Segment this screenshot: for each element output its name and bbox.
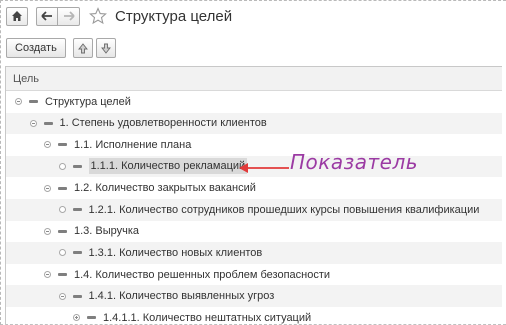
navigation-group <box>36 6 80 26</box>
forward-button[interactable] <box>58 6 80 26</box>
tree-row[interactable]: 1. Степень удовлетворенности клиентов <box>6 112 502 135</box>
move-down-button[interactable] <box>95 38 116 58</box>
tree-row[interactable]: 1.3. Выручка <box>6 221 502 243</box>
leaf-node-icon <box>58 206 66 214</box>
goal-node-icon <box>87 316 96 320</box>
move-up-icon <box>77 42 88 53</box>
goals-tree-table[interactable]: Цель Структура целей 1. Степень удовлетво… <box>5 66 502 325</box>
tree-row[interactable]: 1.2.1. Количество сотрудников прошедших … <box>6 198 502 221</box>
tree-row[interactable]: 1.4.1. Количество выявленных угроз <box>6 285 502 307</box>
title-bar: Структура целей <box>6 6 232 26</box>
tree-row-label: 1.3. Выручка <box>74 225 140 238</box>
favorite-star-icon <box>89 7 107 25</box>
expand-collapse-icon[interactable] <box>44 227 51 235</box>
tree-row-label: 1.4.1.1. Количество нештатных ситуаций <box>103 311 312 324</box>
tree-row-label: 1.4. Количество решенных проблем безопас… <box>74 268 331 281</box>
goal-node-icon <box>43 121 53 125</box>
goal-node-icon <box>29 100 38 104</box>
expand-collapse-icon[interactable] <box>58 292 66 300</box>
goal-node-icon <box>72 251 82 255</box>
tree-row-label: 1.1.1. Количество рекламаций <box>88 157 248 174</box>
tree-body: Структура целей 1. Степень удовлетворенно… <box>6 91 502 325</box>
goal-node-icon <box>58 143 67 147</box>
tree-row[interactable]: 1.4. Количество решенных проблем безопас… <box>6 264 502 286</box>
expand-collapse-icon[interactable] <box>44 184 51 192</box>
tree-row[interactable]: 1.2. Количество закрытых вакансий <box>6 177 502 199</box>
home-button[interactable] <box>6 6 28 26</box>
tree-row[interactable]: 1.3.1. Количество новых клиентов <box>6 242 502 264</box>
tree-row-label: 1.4.1. Количество выявленных угроз <box>88 290 275 303</box>
page-title: Структура целей <box>115 7 233 25</box>
tree-row-label: 1.2.1. Количество сотрудников прошедших … <box>88 203 480 216</box>
goal-node-icon <box>72 165 82 169</box>
expand-collapse-icon[interactable] <box>44 271 51 279</box>
goal-node-icon <box>58 273 67 277</box>
back-button[interactable] <box>36 6 58 26</box>
column-header-goal[interactable]: Цель <box>6 67 502 91</box>
back-arrow-icon <box>41 11 52 21</box>
favorite-button[interactable] <box>88 6 108 26</box>
goal-node-icon <box>58 186 67 190</box>
tree-row-label: 1. Степень удовлетворенности клиентов <box>59 117 267 130</box>
goal-node-icon <box>72 208 82 212</box>
annotation-label: Показатель <box>290 150 419 174</box>
tree-row[interactable]: 1.1. Исполнение плана <box>6 134 502 156</box>
tree-row[interactable]: 1.4.1.1. Количество нештатных ситуаций <box>6 307 502 325</box>
home-icon <box>12 11 22 21</box>
move-up-button[interactable] <box>72 38 93 58</box>
expand-collapse-icon[interactable] <box>73 314 80 322</box>
goal-node-icon <box>72 294 82 298</box>
expand-collapse-icon[interactable] <box>15 98 22 106</box>
command-bar: Создать <box>6 38 116 58</box>
tree-row-label: 1.1. Исполнение плана <box>74 138 192 151</box>
move-down-icon <box>100 43 111 54</box>
goal-node-icon <box>58 229 67 233</box>
tree-row-label: 1.3.1. Количество новых клиентов <box>88 246 263 259</box>
leaf-node-icon <box>58 249 66 257</box>
annotation-arrow-icon <box>239 163 289 173</box>
expand-collapse-icon[interactable] <box>29 119 37 127</box>
tree-row[interactable]: Структура целей <box>6 91 502 113</box>
tree-row-label: Структура целей <box>45 95 131 108</box>
create-button[interactable]: Создать <box>6 38 66 58</box>
leaf-node-icon <box>58 163 66 171</box>
tree-row-label: 1.2. Количество закрытых вакансий <box>74 182 256 195</box>
forward-arrow-icon <box>63 11 75 21</box>
expand-collapse-icon[interactable] <box>44 141 51 149</box>
